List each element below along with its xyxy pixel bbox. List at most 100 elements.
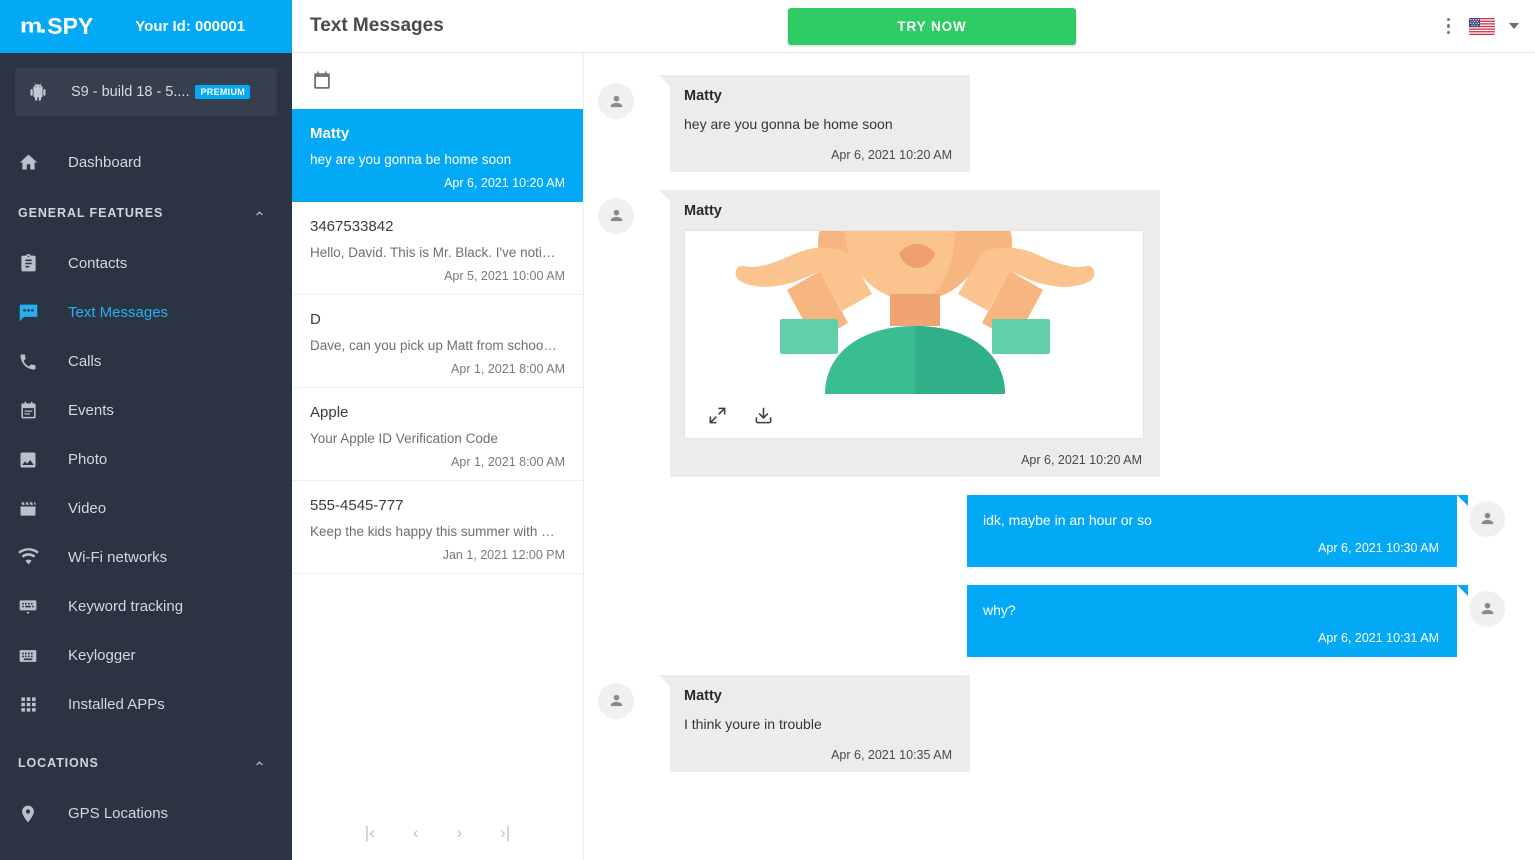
keyword-icon [16,595,40,619]
conversation-date: Apr 5, 2021 10:00 AM [444,269,565,283]
kebab-dot [1446,30,1450,35]
sidebar-item-installed-apps[interactable]: Installed APPs [0,680,292,729]
calendar-toolbar [292,53,583,109]
pagination-next-button[interactable]: › [451,820,469,845]
conversation-name: Apple [310,404,349,421]
app-root: m SPY Your Id: 000001 S9 - build 18 - 5..… [0,0,1535,860]
chevron-down-icon[interactable] [1509,23,1519,29]
message-bubble-incoming[interactable]: Matty hey are you gonna be home soon Apr… [659,75,970,172]
conversation-item[interactable]: 3467533842 Hello, David. This is Mr. Bla… [292,202,583,295]
message-timestamp: Apr 6, 2021 10:30 AM [1318,540,1439,555]
pagination-first-button[interactable]: |‹ [359,820,381,845]
nav-spacer-mid [0,729,292,737]
conversation-preview: Hello, David. This is Mr. Black. I've no… [310,245,556,260]
conversation-date: Jan 1, 2021 12:00 PM [442,548,565,562]
logo-dot [41,29,46,33]
pin-icon [16,802,40,826]
conversation-name: 3467533842 [310,218,394,235]
conversation-item[interactable]: 555-4545-777 Keep the kids happy this su… [292,481,583,574]
download-icon[interactable] [753,406,773,426]
phone-icon [16,350,40,374]
attachment-image[interactable] [685,230,1143,394]
sidebar-item-calls[interactable]: Calls [0,337,292,386]
pagination-prev-button[interactable]: ‹ [407,820,425,845]
message-attachment[interactable] [684,229,1144,439]
logo-m-letter: m [20,14,42,38]
nav-spacer-top [0,130,292,138]
sidebar-item-contacts[interactable]: Contacts [0,239,292,288]
message-thread-panel: Matty hey are you gonna be home soon Apr… [584,53,1535,860]
message-timestamp: Apr 6, 2021 10:35 AM [831,747,952,762]
message-bubble-incoming[interactable]: Matty I think youre in trouble Apr 6, 20… [659,674,970,772]
sidebar-nav: Dashboard GENERAL FEATURES Contacts Text… [0,130,292,860]
sidebar-item-keyword-tracking[interactable]: Keyword tracking [0,582,292,631]
message-timestamp: Apr 6, 2021 10:20 AM [1021,452,1142,467]
sidebar-item-label: Events [68,402,114,419]
more-vertical-icon[interactable] [1442,14,1456,39]
us-flag-icon[interactable] [1469,17,1495,35]
keyboard-icon [16,644,40,668]
conversation-item[interactable]: D Dave, can you pick up Matt from schoo…… [292,295,583,388]
wifi-icon [16,546,40,570]
video-icon [16,497,40,521]
photo-icon [16,448,40,472]
chevron-up-icon [253,757,266,770]
conversation-date: Apr 1, 2021 8:00 AM [451,362,565,376]
message-row: Matty I think youre in trouble Apr 6, 20… [598,674,1505,772]
sidebar-section-locations[interactable]: LOCATIONS [0,737,292,789]
sidebar-item-dashboard[interactable]: Dashboard [0,138,292,187]
sidebar-item-label: Keyword tracking [68,598,184,615]
sidebar-item-label: Keylogger [68,647,136,664]
content-area: Matty hey are you gonna be home soon Apr… [292,53,1535,860]
sidebar-item-photo[interactable]: Photo [0,435,292,484]
conversation-item[interactable]: Apple Your Apple ID Verification Code Ap… [292,388,583,481]
pagination-last-button[interactable]: ›| [494,820,516,845]
message-sender: Matty [684,88,722,104]
conversation-date: Apr 6, 2021 10:20 AM [444,176,565,190]
sidebar-item-gps-locations[interactable]: GPS Locations [0,789,292,838]
try-now-button[interactable]: TRY NOW [788,8,1076,45]
message-icon [16,301,40,325]
pagination-controls: |‹ ‹ › ›| [292,804,583,860]
sidebar-item-keylogger[interactable]: Keylogger [0,631,292,680]
message-bubble-outgoing[interactable]: idk, maybe in an hour or so Apr 6, 2021 … [967,494,1468,567]
message-body: hey are you gonna be home soon [684,116,893,132]
message-body: idk, maybe in an hour or so [983,511,1152,528]
conversation-name: 555-4545-777 [310,497,404,514]
conversation-preview: Dave, can you pick up Matt from schoo… [310,338,557,353]
premium-badge: PREMIUM [195,85,251,99]
sidebar-item-label: Video [68,500,107,517]
message-body: why? [983,601,1016,618]
sidebar: m SPY Your Id: 000001 S9 - build 18 - 5..… [0,0,292,860]
logo-spy-text: SPY [47,13,94,39]
message-timestamp: Apr 6, 2021 10:20 AM [831,147,952,162]
top-bar-actions [1442,14,1519,39]
message-sender: Matty [684,202,722,219]
sidebar-item-label: Contacts [68,255,128,272]
sidebar-item-video[interactable]: Video [0,484,292,533]
page-title: Text Messages [310,15,444,36]
sidebar-item-label: Text Messages [68,304,169,321]
top-bar: Text Messages TRY NOW [292,0,1535,53]
message-bubble-incoming[interactable]: Matty Apr 6, 2021 10:20 AM [659,189,1160,477]
android-icon [29,82,47,102]
device-selector[interactable]: S9 - build 18 - 5.... PREMIUM [15,68,277,116]
sidebar-item-text-messages[interactable]: Text Messages [0,288,292,337]
message-bubble-outgoing[interactable]: why? Apr 6, 2021 10:31 AM [967,584,1468,657]
brand-bar: m SPY Your Id: 000001 [0,0,292,53]
sidebar-section-general-features[interactable]: GENERAL FEATURES [0,187,292,239]
attachment-toolbar [685,394,1143,438]
mspy-logo[interactable]: m SPY [20,12,93,41]
calendar-icon[interactable] [309,68,335,94]
home-icon [16,151,40,175]
conversation-list: Matty hey are you gonna be home soon Apr… [292,109,583,804]
expand-icon[interactable] [707,406,727,426]
sidebar-item-wifi-networks[interactable]: Wi-Fi networks [0,533,292,582]
chevron-up-icon [253,207,266,220]
sidebar-item-label: GPS Locations [68,805,169,822]
calendar-icon [16,399,40,423]
sidebar-item-events[interactable]: Events [0,386,292,435]
message-sender: Matty [684,687,722,704]
sidebar-item-label: Installed APPs [68,696,165,713]
conversation-item[interactable]: Matty hey are you gonna be home soon Apr… [292,109,583,202]
